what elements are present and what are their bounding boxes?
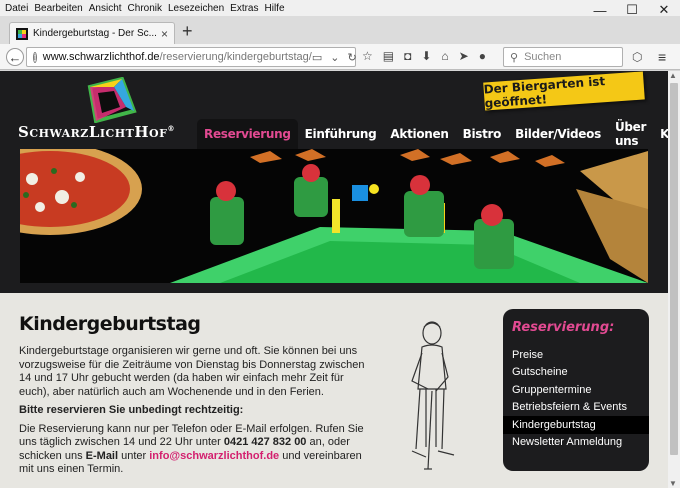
intro-paragraph: Kindergeburtstage organisieren wir gerne… — [19, 345, 365, 398]
tab-kindergeburtstag[interactable]: Kindergeburtstag - Der Sc... × — [9, 22, 175, 44]
pocket-icon[interactable]: ◘ — [404, 49, 411, 63]
nav-aktionen[interactable]: Aktionen — [383, 119, 455, 149]
search-input[interactable]: ⚲ Suchen — [503, 47, 623, 67]
nav-bistro[interactable]: Bistro — [456, 119, 509, 149]
sidebar-item-preise[interactable]: Preise — [503, 346, 649, 364]
sidebar-item-gruppentermine[interactable]: Gruppentermine — [503, 381, 649, 399]
nav-einfuehrung[interactable]: Einführung — [298, 119, 384, 149]
email-link[interactable]: info@schwarzlichthof.de — [149, 450, 279, 462]
bookmark-star-icon[interactable]: ☆ — [362, 49, 373, 63]
search-placeholder: Suchen — [524, 51, 562, 63]
phone-number[interactable]: 0421 427 832 00 — [224, 436, 307, 448]
reload-icon[interactable]: ↻ — [347, 51, 356, 64]
scroll-up-arrow-icon[interactable]: ▲ — [669, 71, 677, 80]
reserve-notice: Bitte reservieren Sie unbedingt rechtzei… — [19, 404, 244, 416]
nav-bilder-videos[interactable]: Bilder/Videos — [508, 119, 608, 149]
site-logo-text[interactable]: SchwarzLichtHof® — [18, 123, 175, 141]
page-info-icon[interactable]: i — [33, 51, 37, 63]
scroll-down-arrow-icon[interactable]: ▼ — [669, 479, 677, 488]
menu-chronik[interactable]: Chronik — [125, 3, 165, 14]
url-domain: www.schwarzlichthof.de — [42, 51, 160, 63]
url-bar[interactable]: i www.schwarzlichthof.de /reservierung/k… — [26, 47, 357, 67]
main-content: Kindergeburtstag Kindergeburtstage organ… — [19, 313, 369, 482]
url-path: /reservierung/kindergeburtstag/ — [159, 51, 312, 63]
scroll-thumb[interactable] — [670, 83, 678, 455]
sidebar-item-gutscheine[interactable]: Gutscheine — [503, 364, 649, 382]
download-icon[interactable]: ⬇ — [421, 49, 431, 63]
reservation-sidebar: Reservierung: Preise Gutscheine Gruppent… — [503, 309, 649, 471]
sidebar-item-newsletter[interactable]: Newsletter Anmeldung — [503, 434, 649, 452]
menu-bearbeiten[interactable]: Bearbeiten — [31, 3, 85, 14]
menu-bar: Datei Bearbeiten Ansicht Chronik Lesezei… — [0, 0, 680, 16]
web-page: SchwarzLichtHof® Der Biergarten ist geöf… — [0, 71, 680, 488]
page-title: Kindergeburtstag — [19, 313, 201, 335]
chat-icon[interactable]: ● — [479, 49, 486, 63]
page-scrollbar[interactable]: ▲ ▼ — [668, 71, 680, 488]
extension-icon[interactable]: ⬡ — [632, 50, 642, 64]
reader-view-icon[interactable]: ▭ — [312, 51, 322, 64]
logo-cube-icon[interactable] — [84, 77, 138, 123]
send-icon[interactable]: ➤ — [459, 49, 469, 63]
sidebar-item-kindergeburtstag[interactable]: Kindergeburtstag — [503, 416, 649, 434]
menu-ansicht[interactable]: Ansicht — [86, 3, 125, 14]
toolbar-icons: ☆ ▤ ◘ ⬇ ⌂ ➤ ● — [362, 49, 486, 63]
sidebar-title: Reservierung: — [512, 320, 615, 335]
menu-lesezeichen[interactable]: Lesezeichen — [165, 3, 227, 14]
dropdown-chevron-icon[interactable]: ⌄ — [330, 51, 339, 64]
hero-image — [20, 149, 648, 283]
sidebar-item-betriebsfeiern[interactable]: Betriebsfeiern & Events — [503, 399, 649, 417]
hamburger-menu-icon[interactable]: ≡ — [658, 49, 666, 65]
site-favicon-icon — [16, 27, 28, 40]
menu-hilfe[interactable]: Hilfe — [262, 3, 288, 14]
menu-extras[interactable]: Extras — [227, 3, 261, 14]
home-icon[interactable]: ⌂ — [441, 49, 448, 63]
tab-bar: Kindergeburtstag - Der Sc... × + — [0, 16, 680, 44]
navigation-toolbar: ← i www.schwarzlichthof.de /reservierung… — [0, 44, 680, 70]
boy-sketch-image — [411, 321, 455, 470]
nav-ueber-uns[interactable]: Über uns — [608, 119, 653, 149]
contact-paragraph: Die Reservierung kann nur per Telefon od… — [19, 422, 364, 476]
search-icon: ⚲ — [510, 51, 519, 64]
menu-datei[interactable]: Datei — [2, 3, 31, 14]
back-button[interactable]: ← — [6, 48, 24, 66]
tab-title: Kindergeburtstag - Der Sc... — [33, 28, 157, 39]
site-nav: Reservierung Einführung Aktionen Bistro … — [197, 119, 680, 149]
new-tab-button[interactable]: + — [182, 22, 193, 40]
sidebar-list: Preise Gutscheine Gruppentermine Betrieb… — [503, 346, 649, 451]
biergarten-banner[interactable]: Der Biergarten ist geöffnet! — [483, 71, 645, 111]
clipboard-icon[interactable]: ▤ — [383, 49, 394, 63]
tab-close-icon[interactable]: × — [161, 27, 168, 41]
nav-reservierung[interactable]: Reservierung — [197, 119, 298, 149]
site-header: SchwarzLichtHof® Der Biergarten ist geöf… — [0, 71, 680, 293]
